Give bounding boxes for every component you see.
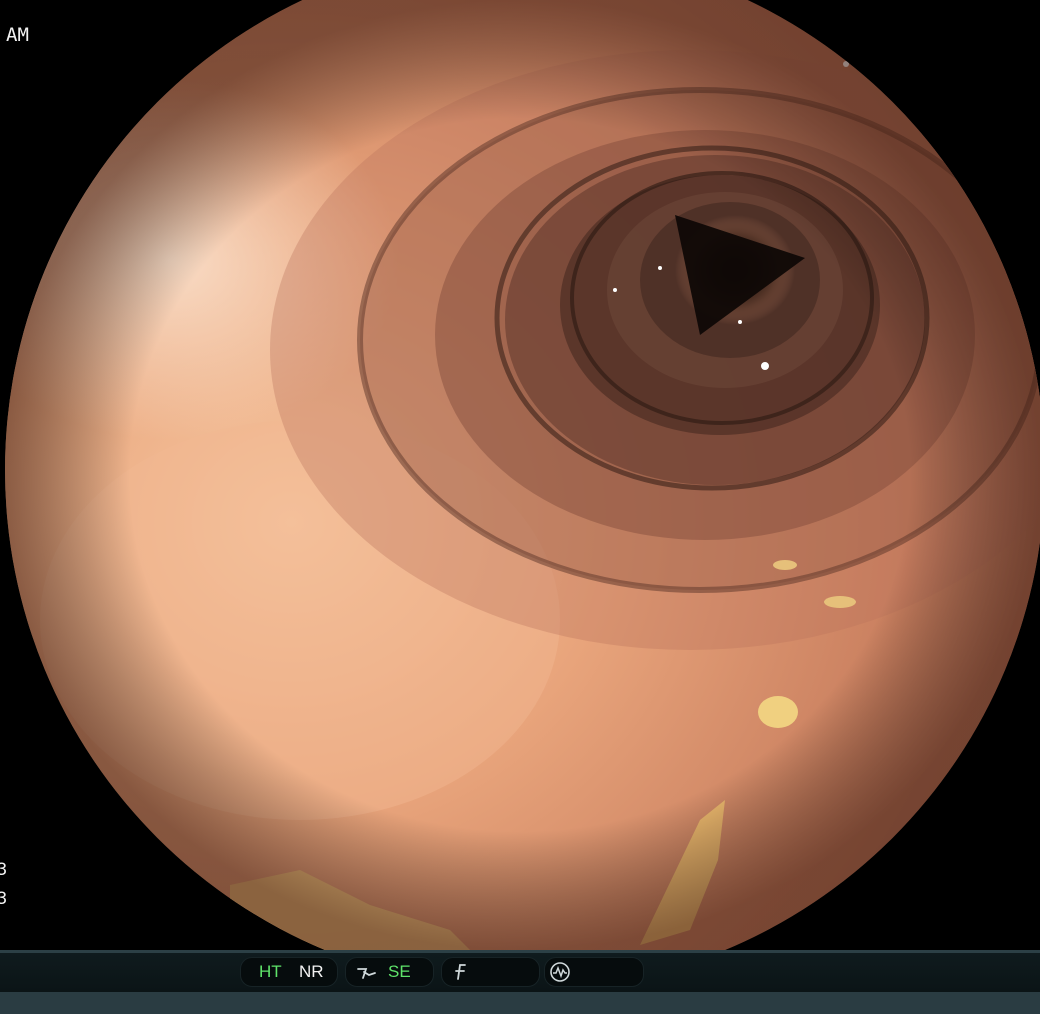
freeze-icon (455, 964, 466, 980)
se-indicator: SE (388, 962, 411, 981)
status-pill-se: SE (345, 957, 434, 987)
endoscopic-view: AM 3 3 (0, 0, 1040, 950)
status-bar: HT NR SE (0, 950, 1040, 1014)
status-pill-ht-nr: HT NR (240, 957, 338, 987)
status-bar-bottom-band (0, 992, 1040, 1014)
waveform-icon (550, 962, 570, 982)
overlay-left-marker-2: 3 (0, 889, 8, 909)
overlay-top-left-text: AM (6, 24, 29, 46)
status-pill-wave (544, 957, 644, 987)
nr-indicator: NR (299, 962, 324, 981)
status-pill-freeze (441, 957, 540, 987)
color-enhance-icon (357, 968, 376, 979)
endoscope-screen: AM 3 3 HT NR SE (0, 0, 1040, 1014)
ht-indicator: HT (259, 962, 282, 981)
overlay-left-marker-1: 3 (0, 860, 8, 880)
endoscopic-image (0, 0, 1040, 950)
